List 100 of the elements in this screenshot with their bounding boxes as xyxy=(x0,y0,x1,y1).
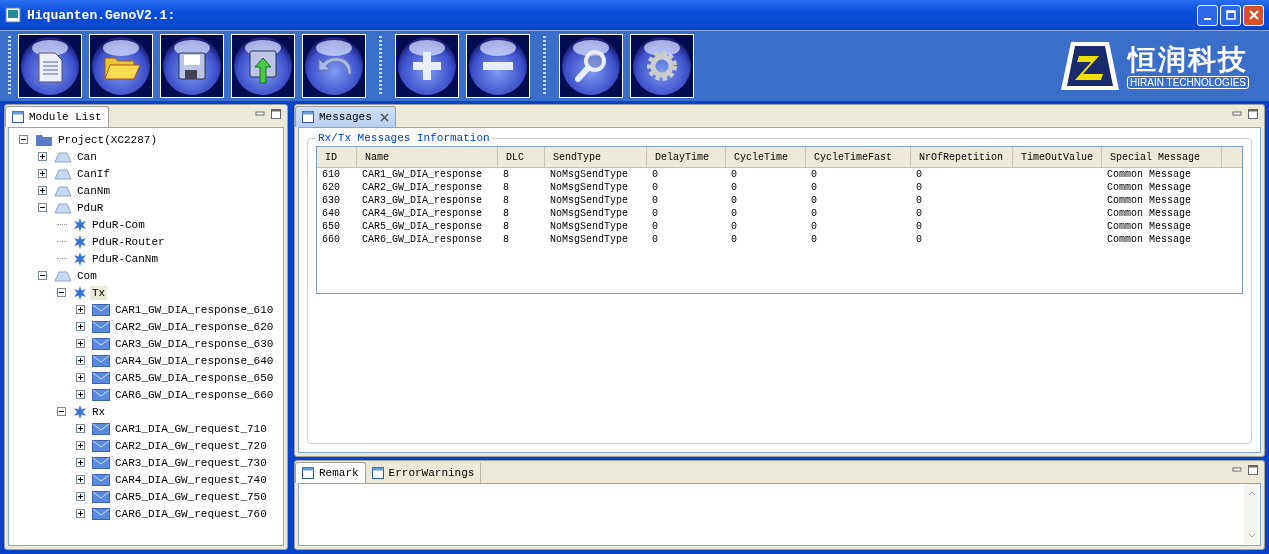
maximize-icon[interactable] xyxy=(1248,465,1258,475)
column-header[interactable]: CycleTime xyxy=(726,147,806,167)
envelope-icon xyxy=(92,388,110,401)
table-cell-text: Common Message xyxy=(1106,220,1192,233)
table-cell-text: 0 xyxy=(810,220,818,233)
table-cell-text: 0 xyxy=(915,233,923,246)
export-button[interactable] xyxy=(231,34,295,98)
table-cell-text: CAR4_GW_DIA_response xyxy=(361,207,484,220)
tree-item[interactable]: CAR1_GW_DIA_response_610 xyxy=(113,302,276,317)
window-icon xyxy=(302,467,314,479)
column-header[interactable]: Special Message xyxy=(1102,147,1222,167)
minimize-icon[interactable] xyxy=(1232,465,1242,475)
tree-item[interactable]: CAR5_DIA_GW_request_750 xyxy=(113,489,269,504)
table-cell-text: 8 xyxy=(502,207,510,220)
tree-item[interactable]: PduR-Com xyxy=(90,217,147,232)
tree-item[interactable]: CAR6_GW_DIA_response_660 xyxy=(113,387,276,402)
tree-item[interactable]: CAR3_DIA_GW_request_730 xyxy=(113,455,269,470)
tree-item[interactable]: Can xyxy=(75,149,99,164)
table-cell-text: 0 xyxy=(915,220,923,233)
table-cell-text: 8 xyxy=(502,233,510,246)
envelope-icon xyxy=(92,490,110,503)
grip-handle[interactable] xyxy=(543,36,546,96)
tree-item[interactable]: PduR-CanNm xyxy=(90,251,160,266)
tree-item[interactable]: Project(XC2287) xyxy=(56,132,160,147)
table-cell-text: 0 xyxy=(651,181,659,194)
column-header[interactable]: SendType xyxy=(545,147,647,167)
table-cell-text: 650 xyxy=(321,220,341,233)
settings-button[interactable] xyxy=(630,34,694,98)
view-tab[interactable]: Remark xyxy=(295,462,366,483)
search-button[interactable] xyxy=(559,34,623,98)
table-cell-text: Common Message xyxy=(1106,194,1192,207)
tree-item[interactable]: CanIf xyxy=(75,166,112,181)
column-header[interactable]: NrOfRepetition xyxy=(911,147,1013,167)
tree-item[interactable]: CAR1_DIA_GW_request_710 xyxy=(113,421,269,436)
star-icon xyxy=(73,251,87,266)
table-cell-text: Common Message xyxy=(1106,168,1192,181)
tree-item[interactable]: CAR4_GW_DIA_response_640 xyxy=(113,353,276,368)
table-cell-text: 0 xyxy=(651,168,659,181)
tree-item[interactable]: Tx xyxy=(90,285,108,300)
group-title: Rx/Tx Messages Information xyxy=(317,132,491,144)
column-header[interactable]: Name xyxy=(357,147,498,167)
tree-item[interactable]: CAR6_DIA_GW_request_760 xyxy=(113,506,269,521)
envelope-icon xyxy=(92,473,110,486)
column-header[interactable]: CycleTimeFast xyxy=(806,147,911,167)
table-cell-text: 8 xyxy=(502,194,510,207)
column-header[interactable]: TimeOutValue xyxy=(1013,147,1102,167)
table-cell-text: 0 xyxy=(730,207,738,220)
column-header[interactable]: DLC xyxy=(498,147,545,167)
open-button[interactable] xyxy=(89,34,153,98)
table-cell-text: 0 xyxy=(651,194,659,207)
module-icon xyxy=(54,167,72,180)
app-icon xyxy=(5,7,21,23)
tree-item[interactable]: PduR-Router xyxy=(90,234,167,249)
tree-item[interactable]: Rx xyxy=(90,404,108,419)
tree-item[interactable]: CAR3_GW_DIA_response_630 xyxy=(113,336,276,351)
module-icon xyxy=(54,184,72,197)
column-header[interactable]: DelayTime xyxy=(647,147,726,167)
grip-handle[interactable] xyxy=(379,36,382,96)
remove-button[interactable] xyxy=(466,34,530,98)
minimize-icon[interactable] xyxy=(255,109,265,119)
scroll-bar[interactable] xyxy=(1244,484,1260,545)
table-cell-text: Common Message xyxy=(1106,181,1192,194)
logo-icon xyxy=(1059,40,1122,92)
maximize-icon[interactable] xyxy=(271,109,281,119)
tree-item[interactable]: CAR4_DIA_GW_request_740 xyxy=(113,472,269,487)
minimize-icon[interactable] xyxy=(1232,109,1242,119)
table-cell-text: 0 xyxy=(730,181,738,194)
undo-button[interactable] xyxy=(302,34,366,98)
save-button[interactable] xyxy=(160,34,224,98)
add-button[interactable] xyxy=(395,34,459,98)
window-icon xyxy=(302,111,314,123)
logo-name: 恒润科技 xyxy=(1128,43,1248,76)
star-icon xyxy=(73,234,87,249)
tree-item[interactable]: CanNm xyxy=(75,183,112,198)
star-icon xyxy=(73,404,87,419)
folder-icon xyxy=(35,133,53,146)
messages-tab[interactable]: Messages xyxy=(295,106,396,127)
table-cell-text: 8 xyxy=(502,220,510,233)
view-tab[interactable]: Module List xyxy=(5,106,109,127)
table-cell-text: 0 xyxy=(915,181,923,194)
tree-item[interactable]: CAR2_GW_DIA_response_620 xyxy=(113,319,276,334)
close-icon[interactable] xyxy=(379,112,389,122)
table-cell-text: NoMsgSendType xyxy=(549,207,629,220)
column-header[interactable]: ID xyxy=(317,147,357,167)
table-cell-text: 610 xyxy=(321,168,341,181)
table-cell-text: 0 xyxy=(915,194,923,207)
table-cell-text: 8 xyxy=(502,181,510,194)
maximize-icon[interactable] xyxy=(1248,109,1258,119)
envelope-icon xyxy=(92,422,110,435)
maximize-button[interactable] xyxy=(1220,4,1241,26)
close-button[interactable] xyxy=(1243,4,1264,26)
table-cell-text: 0 xyxy=(730,233,738,246)
new-button[interactable] xyxy=(18,34,82,98)
tree-item[interactable]: CAR2_DIA_GW_request_720 xyxy=(113,438,269,453)
tree-item[interactable]: CAR5_GW_DIA_response_650 xyxy=(113,370,276,385)
minimize-button[interactable] xyxy=(1197,4,1218,26)
tree-item[interactable]: PduR xyxy=(75,200,106,215)
envelope-icon xyxy=(92,371,110,384)
tree-item[interactable]: Com xyxy=(75,268,99,283)
grip-handle[interactable] xyxy=(8,36,11,96)
